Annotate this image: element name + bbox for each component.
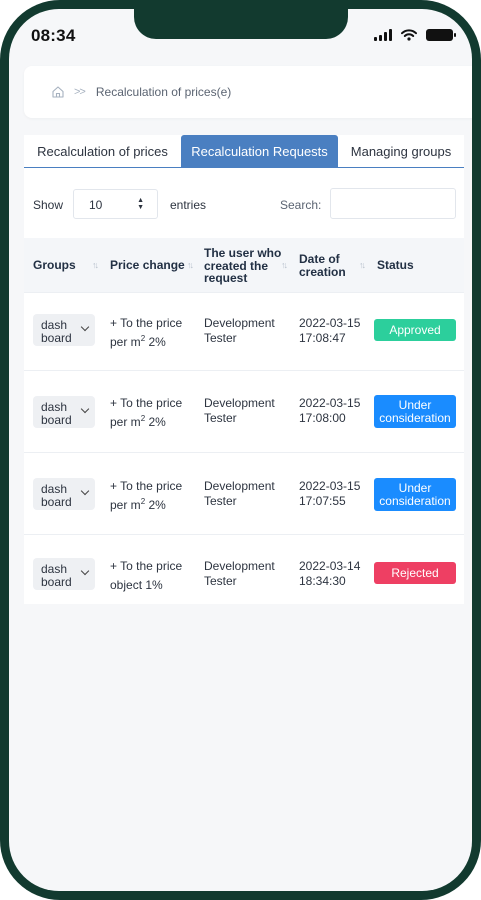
- chevron-down-icon: [80, 486, 90, 496]
- tab-managing-groups[interactable]: Managing groups: [338, 135, 464, 167]
- battery-icon: [426, 29, 456, 41]
- header-price-change[interactable]: Price change: [110, 259, 185, 272]
- date-cell: 2022-03-15 17:08:47: [299, 316, 361, 345]
- breadcrumb-separator: >>: [74, 86, 86, 98]
- group-label: dash board: [41, 318, 72, 345]
- table-row: dash board + To the price per m2 2% Deve…: [24, 293, 464, 371]
- group-dropdown[interactable]: dash board: [33, 396, 95, 428]
- date-cell: 2022-03-14 18:34:30: [299, 559, 361, 588]
- header-date[interactable]: Date of creation: [299, 253, 357, 278]
- chevron-down-icon: [80, 404, 90, 414]
- requests-panel: Recalculation of prices Recalculation Re…: [24, 135, 464, 604]
- header-groups[interactable]: Groups: [33, 259, 76, 272]
- price-change-cell: + To the price per m2 2%: [110, 479, 183, 512]
- phone-notch: [134, 9, 348, 39]
- sort-icon[interactable]: ↑↓: [92, 260, 99, 270]
- group-dropdown[interactable]: dash board: [33, 314, 95, 346]
- price-change-cell: + To the price per m2 2%: [110, 396, 183, 429]
- show-label: Show: [33, 198, 64, 212]
- select-arrows-icon: ▲ ▼: [137, 197, 144, 211]
- header-status[interactable]: Status: [377, 259, 414, 272]
- status-icons: [374, 29, 456, 41]
- group-label: dash board: [41, 562, 72, 589]
- tab-bar: Recalculation of prices Recalculation Re…: [24, 135, 464, 168]
- wifi-icon: [401, 29, 417, 41]
- phone-screen: 08:34 >> Recalculation of prices(e) Reca…: [9, 9, 472, 891]
- home-icon[interactable]: [51, 85, 65, 99]
- group-dropdown[interactable]: dash board: [33, 478, 95, 510]
- tab-recalculation-of-prices[interactable]: Recalculation of prices: [24, 135, 181, 167]
- status-badge: Rejected: [374, 562, 456, 584]
- table-controls: Show 10 ▲ ▼ entries Search:: [24, 188, 464, 221]
- table-row: dash board + To the price per m2 2% Deve…: [24, 453, 464, 535]
- search-input[interactable]: [330, 188, 456, 219]
- header-user[interactable]: The user who created the request: [204, 247, 284, 285]
- breadcrumb: >> Recalculation of prices(e): [24, 66, 472, 118]
- signal-icon: [374, 29, 392, 41]
- table-row: dash board + To the price object 1% Deve…: [24, 535, 464, 613]
- table-header: Groups ↑↓ Price change ↑↓ The user who c…: [24, 238, 464, 293]
- status-time: 08:34: [31, 26, 76, 45]
- tab-recalculation-requests[interactable]: Recalculation Requests: [181, 135, 338, 167]
- group-label: dash board: [41, 482, 72, 509]
- search-label: Search:: [280, 198, 322, 212]
- status-badge: Approved: [374, 319, 456, 341]
- entries-select[interactable]: 10 ▲ ▼: [73, 189, 158, 219]
- sort-icon[interactable]: ↑↓: [359, 260, 366, 270]
- date-cell: 2022-03-15 17:08:00: [299, 396, 361, 425]
- chevron-down-icon: [80, 566, 90, 576]
- status-badge: Under consideration: [374, 395, 456, 428]
- sort-icon[interactable]: ↑↓: [281, 260, 288, 270]
- breadcrumb-current: Recalculation of prices(e): [95, 85, 232, 99]
- user-cell: Development Tester: [204, 316, 275, 345]
- price-change-cell: + To the price object 1%: [110, 559, 183, 592]
- price-change-cell: + To the price per m2 2%: [110, 316, 183, 349]
- user-cell: Development Tester: [204, 479, 275, 508]
- chevron-down-icon: [80, 322, 90, 332]
- user-cell: Development Tester: [204, 559, 275, 588]
- date-cell: 2022-03-15 17:07:55: [299, 479, 361, 508]
- sort-icon[interactable]: ↑↓: [187, 260, 194, 270]
- entries-value: 10: [89, 198, 103, 212]
- group-dropdown[interactable]: dash board: [33, 558, 95, 590]
- entries-label: entries: [170, 198, 207, 212]
- phone-frame: 08:34 >> Recalculation of prices(e) Reca…: [0, 0, 481, 900]
- group-label: dash board: [41, 400, 72, 427]
- status-badge: Under consideration: [374, 478, 456, 511]
- table-row: dash board + To the price per m2 2% Deve…: [24, 371, 464, 453]
- user-cell: Development Tester: [204, 396, 275, 425]
